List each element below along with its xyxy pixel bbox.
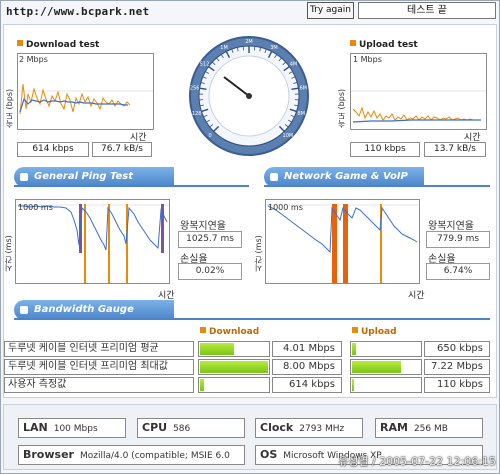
lan-info: LAN 100 Mbps <box>18 418 126 438</box>
download-bar-track <box>198 341 270 357</box>
bullet-icon <box>17 40 23 46</box>
gauge-tick-label: 6M <box>300 85 308 91</box>
upload-kBs: 13.7 kB/s <box>424 142 486 157</box>
game-test-ribbon: Network Game & VoIP Test <box>264 167 424 202</box>
upload-bar-fill <box>352 361 401 373</box>
gauge-tick-label: 2M <box>245 39 253 45</box>
download-scale: 2 Mbps <box>19 55 48 64</box>
game-rtt-value: 779.9 ms <box>426 231 490 248</box>
bandwidth-row-label: 두루넷 케이블 인터넷 프리미엄 평균 <box>4 341 194 357</box>
ping-ribbon-line <box>14 185 249 187</box>
gauge-svg: 0 128 256 512 1M 2M 3M 4M 6M 8M 10M <box>189 36 309 156</box>
upload-bar-fill <box>352 379 354 391</box>
upload-kbps: 110 kbps <box>350 142 420 157</box>
bandwidth-row-label: 두루넷 케이블 인터넷 프리미엄 최대값 <box>4 359 194 375</box>
download-kbps: 614 kbps <box>17 142 89 157</box>
cpu-info: CPU 586 <box>137 418 245 438</box>
ping-test-ribbon: General Ping Test <box>14 167 174 187</box>
ping-test-title: General Ping Test <box>34 171 134 182</box>
gauge-tick-label: 0 <box>209 133 212 139</box>
download-bar-fill <box>200 361 268 373</box>
upload-title: Upload test <box>350 40 418 50</box>
download-bar-track <box>198 359 270 375</box>
game-loss-value: 6.74% <box>426 263 490 280</box>
ribbon-marker-icon <box>20 306 28 314</box>
bandwidth-title: Bandwidth Gauge <box>34 304 134 315</box>
gauge-tick-label: 10M <box>283 133 294 139</box>
upload-value: 650 kbps <box>424 341 490 357</box>
download-bar-fill <box>200 343 234 355</box>
gauge-hub <box>246 93 252 99</box>
game-x-axis-label: 시간 <box>408 291 425 301</box>
site-url[interactable]: http://www.bcpark.net <box>6 5 149 18</box>
upload-value: 110 kbps <box>424 377 490 393</box>
download-title: Download test <box>17 40 99 50</box>
gauge-tick-label: 256 <box>190 85 200 91</box>
ping-chart-svg <box>16 204 169 283</box>
bandwidth-row-label: 사용자 측정값 <box>4 377 194 393</box>
download-kBs: 76.7 kB/s <box>92 142 152 157</box>
ping-rtt-label: 왕복지연율 <box>180 221 226 232</box>
upload-chart-svg <box>351 90 486 123</box>
upload-y-axis-label: 속도 (bps) <box>337 88 346 128</box>
download-value: 8.00 Mbps <box>272 359 342 375</box>
bullet-icon <box>352 327 358 333</box>
game-scale: 1000 ms <box>268 203 303 212</box>
test-status: 테스트 끝 <box>358 2 496 19</box>
ping-loss-value: 0.02% <box>178 263 242 280</box>
game-chart-svg <box>266 204 419 283</box>
bandwidth-ribbon-line <box>14 318 490 320</box>
game-ribbon-line <box>264 185 490 187</box>
upload-bar-track <box>350 359 422 375</box>
gauge-tick-label: 4M <box>290 62 298 68</box>
bullet-icon <box>350 40 356 46</box>
gauge-tick-label: 512 <box>200 62 210 68</box>
gauge-tick-label: 1M <box>220 45 228 51</box>
download-y-axis-label: 속도 (bps) <box>5 88 14 128</box>
ribbon-marker-icon <box>20 173 28 181</box>
ping-rtt-value: 1025.7 ms <box>178 231 242 248</box>
upload-value: 7.22 Mbps <box>424 359 490 375</box>
speed-gauge: 0 128 256 512 1M 2M 3M 4M 6M 8M 10M <box>188 35 310 157</box>
ram-info: RAM 256 MB <box>375 418 483 438</box>
gauge-tick-label: 128 <box>192 111 202 117</box>
download-bar-fill <box>200 379 205 391</box>
ping-scale: 1000 ms <box>18 203 53 212</box>
upload-bar-track <box>350 341 422 357</box>
download-value: 614 kbps <box>272 377 342 393</box>
bullet-icon <box>200 327 206 333</box>
download-chart-svg <box>18 83 153 115</box>
upload-bar-fill <box>352 343 357 355</box>
game-rtt-label: 왕복지연율 <box>428 221 474 232</box>
bandwidth-upload-header: Upload <box>352 327 397 337</box>
bandwidth-ribbon: Bandwidth Gauge <box>14 300 174 320</box>
gauge-tick-label: 8M <box>298 111 306 117</box>
ping-y-axis-label: 시간 (ms) <box>4 235 13 272</box>
bandwidth-download-header: Download <box>200 327 259 337</box>
download-value: 4.01 Mbps <box>272 341 342 357</box>
clock-info: Clock 2793 MHz <box>255 418 363 438</box>
author-watermark: 유성열 / 2005-07-22 12:06:15 <box>338 455 496 468</box>
download-bar-track <box>198 377 270 393</box>
gauge-tick-label: 3M <box>270 45 278 51</box>
upload-chart <box>350 53 487 130</box>
ribbon-marker-icon <box>270 173 278 181</box>
game-y-axis-label: 시간 (ms) <box>254 235 263 272</box>
browser-info: Browser Mozilla/4.0 (compatible; MSIE 6.0 <box>18 445 245 465</box>
upload-bar-track <box>350 377 422 393</box>
download-chart <box>17 53 154 130</box>
try-again-button[interactable]: Try again <box>307 2 354 19</box>
upload-scale: 1 Mbps <box>353 55 382 64</box>
